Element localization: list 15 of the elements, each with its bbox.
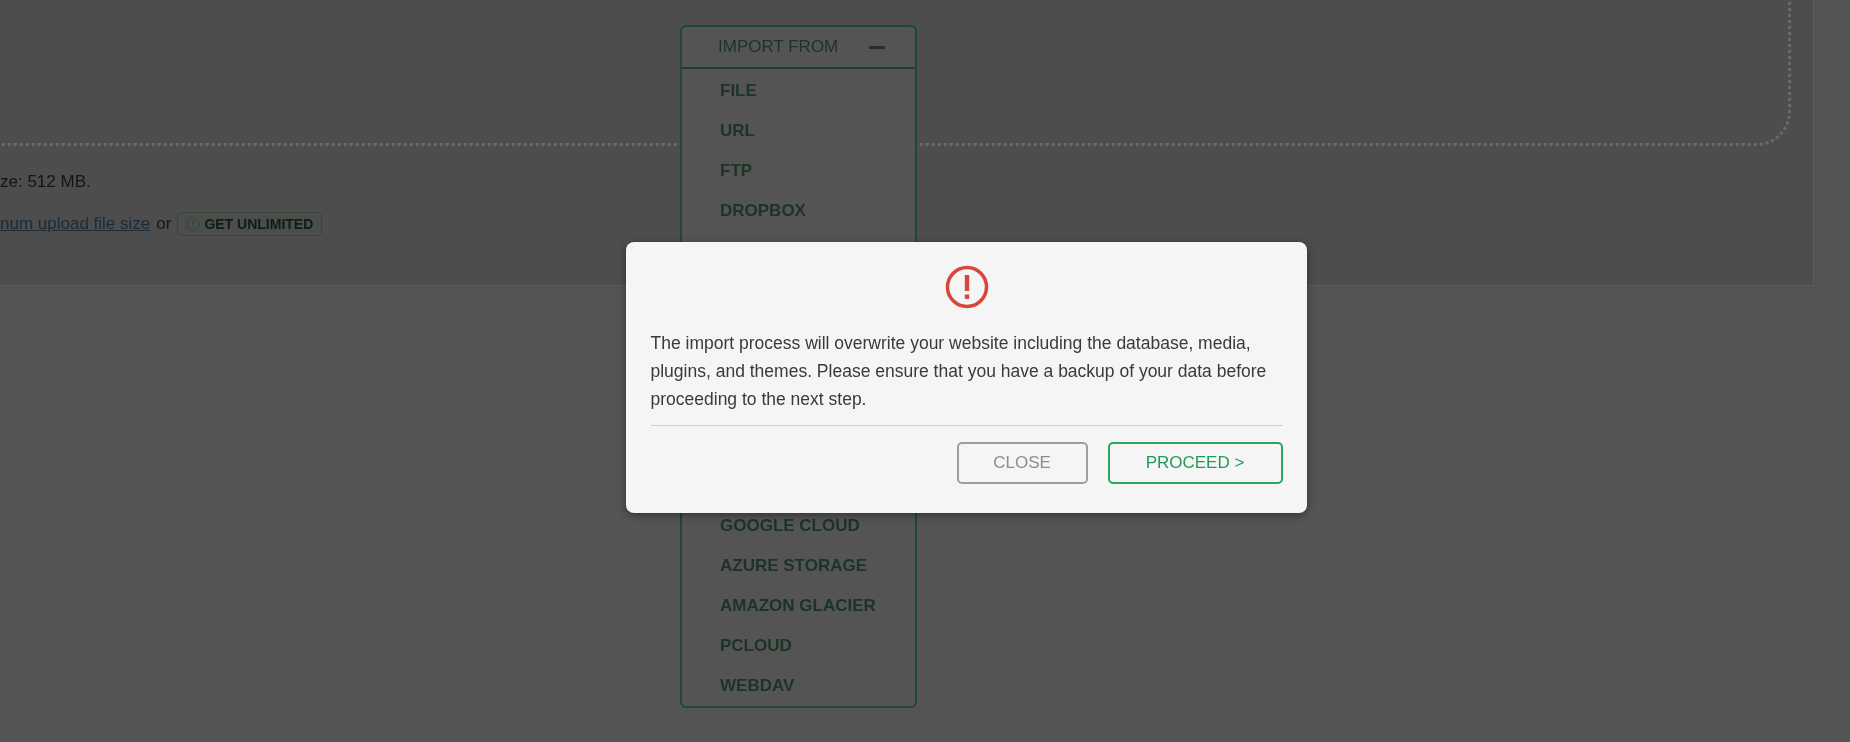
menu-item[interactable]: URL bbox=[720, 111, 755, 152]
warning-message: The import process will overwrite your website including the database, media, plugins, and themes. Please ensure that you have a backup of your data before proceeding to the next step. bbox=[650, 332, 1268, 411]
menu-item[interactable]: AZURE STORAGE bbox=[720, 546, 868, 586]
menu-item[interactable]: PCLOUD bbox=[720, 626, 792, 666]
warning-icon bbox=[944, 265, 989, 309]
proceed-button[interactable]: PROCEED > bbox=[1107, 442, 1283, 484]
menu-item[interactable]: AMAZON GLACIER bbox=[720, 586, 876, 626]
close-button[interactable]: CLOSE bbox=[956, 442, 1088, 484]
size-note: ze: 512 MB. bbox=[0, 172, 92, 192]
minus-icon bbox=[869, 45, 885, 49]
menu-item[interactable]: WEBDAV bbox=[720, 666, 795, 706]
connector-text: or bbox=[156, 214, 172, 234]
exclamation-icon bbox=[186, 217, 201, 231]
get-unlimited-button[interactable]: GET UNLIMITED bbox=[177, 212, 323, 236]
menu-item[interactable]: DROPBOX bbox=[720, 191, 806, 232]
